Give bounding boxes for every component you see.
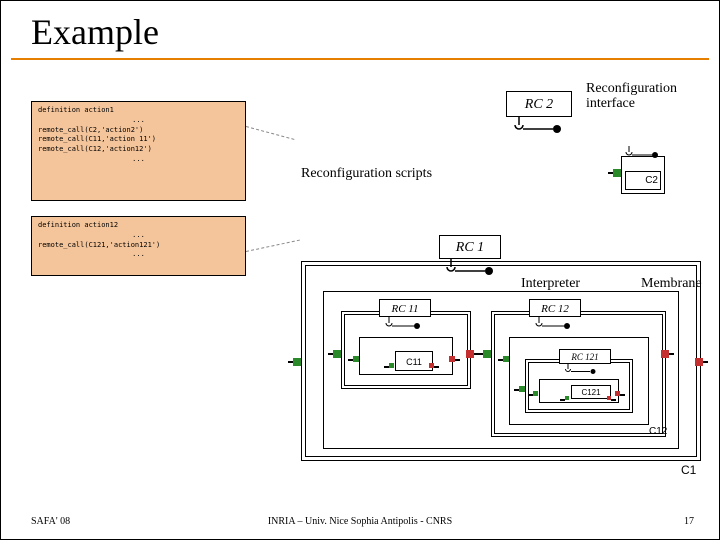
c121-inner-left-port-icon [533,383,538,401]
c12-label: C12 [649,426,667,437]
script2-line1: definition action12 [38,221,239,231]
footer-right: 17 [684,516,694,527]
slide-title: Example [1,1,719,58]
rc12-socket-icon [534,317,574,331]
c121-core-right-port-icon [607,387,611,405]
c2-inner-box: C2 [625,171,661,190]
slide: Example Reconfiguration interface Reconf… [0,0,720,540]
c11-left-port-icon [333,345,341,363]
rc1-box: RC 1 [439,235,501,259]
script1-line2: ... [38,116,239,126]
c11-inner-left-port-icon [353,349,359,367]
rc12-box: RC 12 [529,299,581,317]
script1-line3: remote_call(C2,'action2') [38,126,239,136]
c121-core-left-port-icon [565,387,569,405]
c1-label: C1 [681,463,696,477]
script2-line4: ... [38,250,239,260]
c2-top-socket-icon [624,146,660,160]
c121-inner-right-port-icon [615,383,620,401]
script1-line6: ... [38,155,239,165]
dashed-line-2 [246,240,300,252]
script2-line3: remote_call(C121,'action121') [38,241,239,251]
script2-line2: ... [38,231,239,241]
c12-right-port-icon [661,345,669,363]
c2-left-port-icon [613,164,621,182]
c11-core-left-port-icon [389,355,394,373]
script1-line5: remote_call(C12,'action12') [38,145,239,155]
c1-right-port-icon [695,353,703,371]
rc11-socket-icon [384,317,424,331]
c12-left-port-icon [483,345,491,363]
rc1-socket-icon [445,259,495,275]
c11-core-box: C11 [395,351,433,371]
rc2-box: RC 2 [506,91,572,117]
script-box-1: definition action1 ... remote_call(C2,'a… [31,101,246,201]
c11-core-right-port-icon [429,355,434,373]
dashed-line-1 [246,126,295,140]
c11-right-port-icon [466,345,474,363]
c12-inner-left-port-icon [503,349,509,367]
c121-core-box: C121 [571,385,611,399]
c11-inner-right-port-icon [449,349,455,367]
script1-line4: remote_call(C11,'action 11') [38,135,239,145]
rc121-box: RC 121 [559,349,611,364]
rc121-socket-icon [564,364,600,376]
c121-left-port-icon [519,379,525,397]
reconfiguration-scripts-label: Reconfiguration scripts [301,166,432,182]
script-box-2: definition action12 ... remote_call(C121… [31,216,246,276]
script1-line1: definition action1 [38,106,239,116]
c1-left-port-icon [293,353,301,371]
footer-center: INRIA – Univ. Nice Sophia Antipolis - CN… [1,516,719,527]
rc2-socket-icon [513,117,563,133]
reconfiguration-interface-label: Reconfiguration interface [586,81,696,112]
title-rule [11,58,709,60]
rc11-box: RC 11 [379,299,431,317]
